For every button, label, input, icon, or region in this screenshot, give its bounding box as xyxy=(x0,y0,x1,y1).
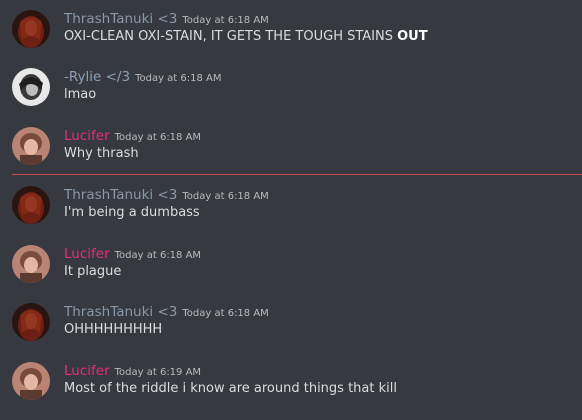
message-header: ThrashTanuki <3 Today at 6:18 AM xyxy=(64,301,269,320)
message-text: I'm being a dumbass xyxy=(64,205,200,220)
message-text: It plague xyxy=(64,264,122,279)
chat-message: Lucifer Today at 6:19 AM Most of the ridd… xyxy=(0,362,582,412)
timestamp: Today at 6:18 AM xyxy=(114,250,202,261)
username[interactable]: Lucifer xyxy=(64,128,110,144)
message-text: OHHHHHHHHH xyxy=(64,322,163,337)
message-header: ThrashTanuki <3 Today at 6:18 AM xyxy=(64,8,269,27)
message-text: OXI-CLEAN OXI-STAIN, IT GETS THE TOUGH S… xyxy=(64,29,428,44)
lucifer-avatar-icon[interactable] xyxy=(12,127,50,165)
rylie-avatar-icon[interactable] xyxy=(12,68,50,106)
chat-message-list: ThrashTanuki <3 Today at 6:18 AM OXI-CLEA… xyxy=(0,0,582,420)
username[interactable]: ThrashTanuki <3 xyxy=(64,304,177,320)
username[interactable]: Lucifer xyxy=(64,363,110,379)
message-text-bold: OUT xyxy=(397,29,428,44)
chat-message: -Rylie </3 Today at 6:18 AM lmao xyxy=(0,68,582,118)
timestamp: Today at 6:18 AM xyxy=(135,73,222,84)
username[interactable]: ThrashTanuki <3 xyxy=(64,187,177,203)
message-header: Lucifer Today at 6:18 AM xyxy=(64,125,201,144)
thrash-avatar-icon[interactable] xyxy=(12,10,50,48)
timestamp: Today at 6:18 AM xyxy=(182,15,269,26)
lucifer-avatar-icon[interactable] xyxy=(12,362,50,400)
thrash-avatar-icon[interactable] xyxy=(12,186,50,224)
message-header: ThrashTanuki <3 Today at 6:18 AM xyxy=(64,184,269,203)
chat-message: Lucifer Today at 6:18 AM Why thrash xyxy=(0,127,582,177)
lucifer-avatar-icon[interactable] xyxy=(12,245,50,283)
chat-message: ThrashTanuki <3 Today at 6:18 AM OXI-CLEA… xyxy=(0,10,582,60)
new-messages-divider xyxy=(12,174,582,175)
chat-message: ThrashTanuki <3 Today at 6:18 AM I'm bein… xyxy=(0,186,582,236)
chat-message: ThrashTanuki <3 Today at 6:18 AM OHHHHHHH… xyxy=(0,303,582,353)
message-header: Lucifer Today at 6:19 AM xyxy=(64,360,201,379)
chat-message: Lucifer Today at 6:18 AM It plague xyxy=(0,245,582,295)
username[interactable]: ThrashTanuki <3 xyxy=(64,11,177,27)
message-text: lmao xyxy=(64,87,97,102)
thrash-avatar-icon[interactable] xyxy=(12,303,50,341)
username[interactable]: -Rylie </3 xyxy=(64,69,130,85)
timestamp: Today at 6:18 AM xyxy=(182,191,269,202)
message-text: Why thrash xyxy=(64,146,139,161)
timestamp: Today at 6:19 AM xyxy=(114,367,202,378)
username[interactable]: Lucifer xyxy=(64,246,110,262)
message-text-body: OXI-CLEAN OXI-STAIN, IT GETS THE TOUGH S… xyxy=(64,29,398,44)
timestamp: Today at 6:18 AM xyxy=(114,132,202,143)
message-header: -Rylie </3 Today at 6:18 AM xyxy=(64,66,222,85)
timestamp: Today at 6:18 AM xyxy=(182,308,269,319)
message-text: Most of the riddle i know are around thi… xyxy=(64,381,397,396)
message-header: Lucifer Today at 6:18 AM xyxy=(64,243,201,262)
